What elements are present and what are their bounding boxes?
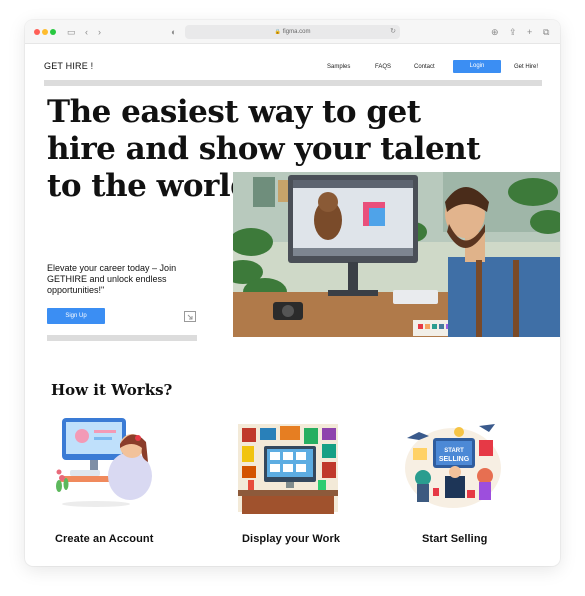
start-selling-illustration: START SELLING: [405, 424, 501, 508]
display-work-illustration: [238, 424, 338, 514]
forward-icon[interactable]: ›: [98, 26, 101, 38]
download-icon[interactable]: ⊕: [491, 26, 499, 38]
get-hire-link[interactable]: Get Hire!: [514, 64, 538, 70]
how-it-works-title: How it Works?: [51, 381, 173, 399]
browser-toolbar: ▭ ‹ › ◐ 🔒 figma.com ↻ ⊕ ⇪ + ⧉: [25, 20, 560, 44]
nav-link-samples[interactable]: Samples: [327, 64, 350, 70]
brand-logo[interactable]: GET HIRE !: [44, 61, 93, 71]
hero-tagline: Elevate your career today – Join GETHIRE…: [47, 263, 177, 295]
start-selling-sign-line-1: START: [444, 448, 464, 454]
url-text: figma.com: [282, 29, 311, 35]
signup-button[interactable]: Sign Up: [47, 308, 105, 324]
address-bar[interactable]: 🔒 figma.com ↻: [185, 25, 400, 39]
lock-icon: 🔒: [274, 29, 281, 35]
hero-illustration: [233, 172, 560, 337]
sidebar-icon[interactable]: ▭: [67, 26, 76, 38]
create-account-illustration: [56, 418, 152, 507]
shield-icon[interactable]: ◐: [171, 26, 176, 38]
step-create-account-label: Create an Account: [55, 533, 154, 545]
browser-window: ▭ ‹ › ◐ 🔒 figma.com ↻ ⊕ ⇪ + ⧉ GET HIRE ! …: [25, 20, 560, 566]
maximize-window-button[interactable]: [50, 29, 56, 35]
tabs-overview-icon[interactable]: ⧉: [543, 26, 549, 38]
minimize-window-button[interactable]: [42, 29, 48, 35]
hero-divider: [47, 335, 197, 341]
step-start-selling-label: Start Selling: [422, 533, 488, 545]
share-icon[interactable]: ⇪: [509, 26, 517, 38]
nav-link-contact[interactable]: Contact: [414, 64, 435, 70]
expand-icon[interactable]: [184, 311, 196, 322]
nav-link-faqs[interactable]: FAQS: [375, 64, 391, 70]
header-divider: [44, 80, 542, 86]
step-display-work-label: Display your Work: [242, 533, 341, 545]
site-header: GET HIRE ! Samples FAQS Contact Login Ge…: [25, 56, 560, 80]
new-tab-icon[interactable]: +: [527, 26, 532, 38]
back-icon[interactable]: ‹: [85, 26, 88, 38]
reload-icon[interactable]: ↻: [390, 25, 396, 39]
login-button[interactable]: Login: [453, 60, 501, 73]
close-window-button[interactable]: [34, 29, 40, 35]
start-selling-sign-line-2: SELLING: [439, 456, 470, 463]
